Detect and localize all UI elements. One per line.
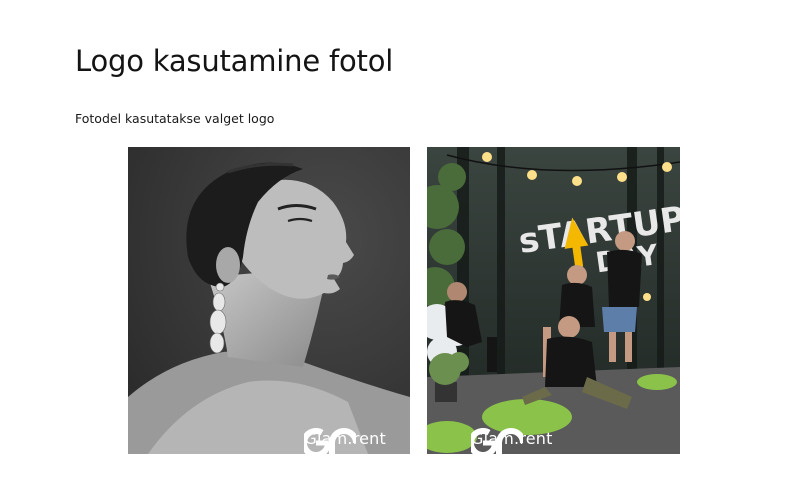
page-subtitle: Fotodel kasutatakse valget logo	[75, 111, 275, 126]
page-title: Logo kasutamine fotol	[75, 44, 394, 78]
glam-rent-logo: Glam.rent	[471, 428, 553, 454]
event-illustration: sTARTUP DAY	[427, 147, 680, 454]
portrait-illustration	[128, 147, 410, 454]
glam-rent-logo-mark-icon	[304, 428, 357, 454]
glam-rent-logo-mark-icon	[471, 428, 523, 454]
event-photo: sTARTUP DAY	[427, 147, 680, 454]
glam-rent-logo: Glam.rent	[304, 428, 386, 454]
portrait-photo: Glam.rent	[128, 147, 410, 454]
